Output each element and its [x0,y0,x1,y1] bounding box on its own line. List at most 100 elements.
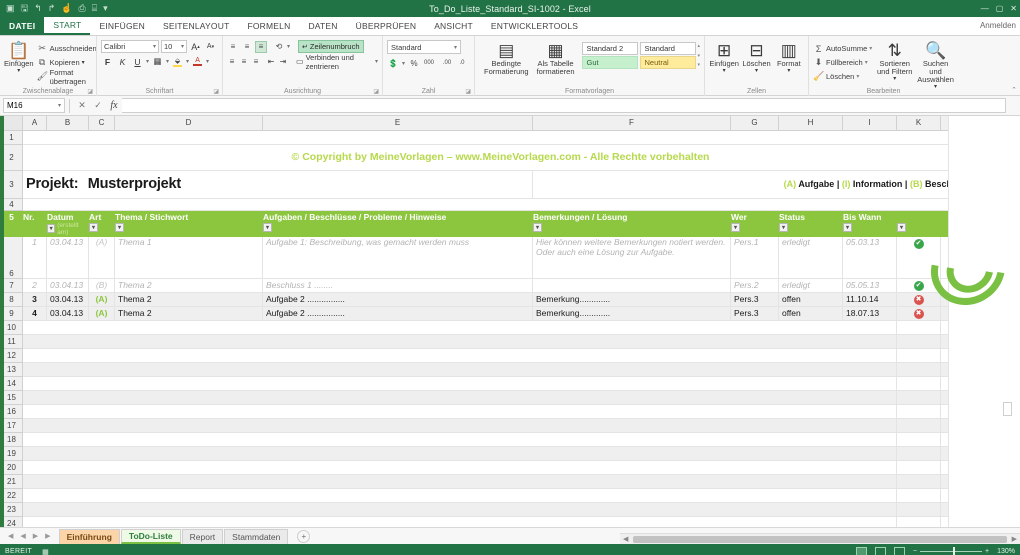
cell-row4[interactable] [22,197,979,211]
cell-status[interactable]: offen [778,305,843,321]
th-thema[interactable]: Thema / Stichwort ▾ [114,209,263,237]
customize-qat-icon[interactable]: ▾ [103,4,108,13]
tab-entwicklertools[interactable]: ENTWICKLERTOOLS [482,16,587,35]
cell-thema[interactable]: Thema 2 [114,305,263,321]
number-format-select[interactable]: Standard ▾ [387,40,461,54]
col-header-C[interactable]: C [88,116,115,131]
sort-filter-button[interactable]: ⇅ Sortieren und Filtern ▾ [876,40,913,82]
restore-icon[interactable]: ▢ [996,4,1004,13]
increase-indent-button[interactable]: ⇥ [278,56,288,68]
cell-biswann[interactable]: 11.10.14 [842,291,897,307]
chevron-down-icon[interactable]: ▾ [166,58,169,65]
col-header-E[interactable]: E [262,116,533,131]
th-biswann[interactable]: Bis Wann ▾ [842,209,897,237]
chevron-down-icon[interactable]: ▾ [865,59,868,66]
cell-thema[interactable]: Thema 2 [114,277,263,293]
next-sheet-icon[interactable]: ▶ [33,532,38,540]
redo-icon[interactable]: ↱ [48,4,56,13]
decrease-decimal-button[interactable]: .0 [456,57,468,69]
page-break-view-button[interactable] [893,547,905,555]
chevron-down-icon[interactable]: ▾ [787,68,790,74]
undo-icon[interactable]: ↰ [34,4,42,13]
insert-function-icon[interactable]: fx [106,100,122,111]
orientation-button[interactable]: ⟲ [273,41,285,53]
alignment-dialog-launcher[interactable]: ◪ [373,88,379,95]
th-datum[interactable]: Datum ▾ (erstellt am) [46,209,89,237]
cell-thema[interactable]: Thema 2 [114,291,263,307]
scroll-down-icon[interactable]: ▾ [697,52,700,60]
scroll-up-icon[interactable]: ▴ [697,42,700,50]
col-header-D[interactable]: D [114,116,263,131]
macro-record-icon[interactable]: ▦ [42,548,49,555]
table-row[interactable]: 7 2 03.04.13 (B) Thema 2 Beschluss 1 ...… [0,277,1019,293]
cell-row1[interactable] [22,129,979,145]
decrease-indent-button[interactable]: ⇤ [266,56,276,68]
zoom-slider[interactable]: − + [913,547,989,555]
tab-seitenlayout[interactable]: SEITENLAYOUT [154,16,238,35]
cell-datum[interactable]: 03.04.13 [46,305,89,321]
shape-handle[interactable] [1003,402,1012,416]
chevron-down-icon[interactable]: ▾ [375,58,378,65]
cell-status[interactable]: offen [778,291,843,307]
italic-button[interactable]: K [116,55,129,68]
wrap-text-button[interactable]: ↵ Zeilenumbruch [298,40,364,53]
quick-access-toolbar[interactable]: ▣ 🖫 ↰ ↱ ☝ ⎙ ⌸ ▾ [0,4,108,13]
cell-biswann[interactable]: 05.05.13 [842,277,897,293]
cell-marker[interactable] [896,501,941,517]
scroll-thumb[interactable] [633,535,1007,543]
underline-button[interactable]: U [131,55,144,68]
cell-aufgabe[interactable]: Aufgabe 2 ................ [262,305,533,321]
cell-bemerkung[interactable]: Hier können weitere Bemerkungen notiert … [532,235,731,279]
filter-icon-aufgaben[interactable]: ▾ [263,222,272,232]
filter-icon-art[interactable]: ▾ [89,222,98,232]
increase-decimal-button[interactable]: .00 [441,57,453,69]
open-icon[interactable]: ⌸ [92,4,97,13]
save-icon[interactable]: 🖫 [21,4,29,13]
clipboard-dialog-launcher[interactable]: ◪ [87,88,93,95]
empty-band[interactable] [22,459,897,475]
align-bottom-button[interactable]: ≡ [255,40,267,53]
chevron-down-icon[interactable]: ▾ [856,73,859,80]
cell-biswann[interactable]: 05.03.13 [842,235,897,279]
cell-datum[interactable]: 03.04.13 [46,277,89,293]
format-as-table-button[interactable]: ▦ Als Tabelle formatieren [534,40,578,76]
cell-marker[interactable] [896,319,941,335]
cell-bemerkung[interactable]: Bemerkung............. [532,305,731,321]
paste-button[interactable]: 📋 Einfügen ▾ [4,40,34,74]
add-sheet-button[interactable]: + [297,529,311,543]
legend-cell[interactable]: (A) Aufgabe | (I) Information | (B) Besc… [532,169,979,199]
project-title-cell[interactable]: Projekt: Musterprojekt [22,169,533,199]
font-color-button[interactable]: A [191,55,204,68]
empty-band[interactable] [22,347,897,363]
cell-status[interactable]: erledigt [778,277,843,293]
cell-wer[interactable]: Pers.3 [730,291,779,307]
empty-band[interactable] [22,501,897,517]
cell-aufgabe[interactable]: Aufgabe 1: Beschreibung, was gemacht wer… [262,235,533,279]
page-layout-view-button[interactable] [874,547,886,555]
col-header-A[interactable]: A [22,116,47,131]
touch-mode-icon[interactable]: ☝ [61,4,72,13]
first-sheet-icon[interactable]: ◀ [8,532,13,540]
col-header-H[interactable]: H [778,116,843,131]
align-right-button[interactable]: ≡ [251,56,261,68]
enter-icon[interactable]: ✓ [90,100,106,111]
cell-aufgabe[interactable]: Aufgabe 2 ................ [262,291,533,307]
format-cells-button[interactable]: ▥ Format ▾ [774,40,804,74]
tab-datei[interactable]: DATEI [0,16,45,35]
shrink-font-button[interactable]: A ▾ [204,40,217,53]
tab-start[interactable]: START [44,16,91,35]
col-header-K[interactable]: K [896,116,941,131]
cell-art[interactable]: (B) [88,277,115,293]
sheet-nav-arrows[interactable]: ◀ ◀ ▶ ▶ [0,532,59,540]
minimize-icon[interactable]: — [981,4,989,13]
fill-color-button[interactable]: ⬙ [171,55,184,68]
font-size-select[interactable]: 10 ▾ [161,40,187,53]
formula-input[interactable] [122,98,1006,113]
zoom-track[interactable] [920,547,982,555]
thousands-format-button[interactable]: 000 [423,57,435,69]
cell-style-gut[interactable]: Gut [582,56,639,69]
cell-nr[interactable]: 2 [22,277,47,293]
cell-marker[interactable] [896,459,941,475]
align-center-button[interactable]: ≡ [239,56,249,68]
font-dialog-launcher[interactable]: ◪ [213,88,219,95]
